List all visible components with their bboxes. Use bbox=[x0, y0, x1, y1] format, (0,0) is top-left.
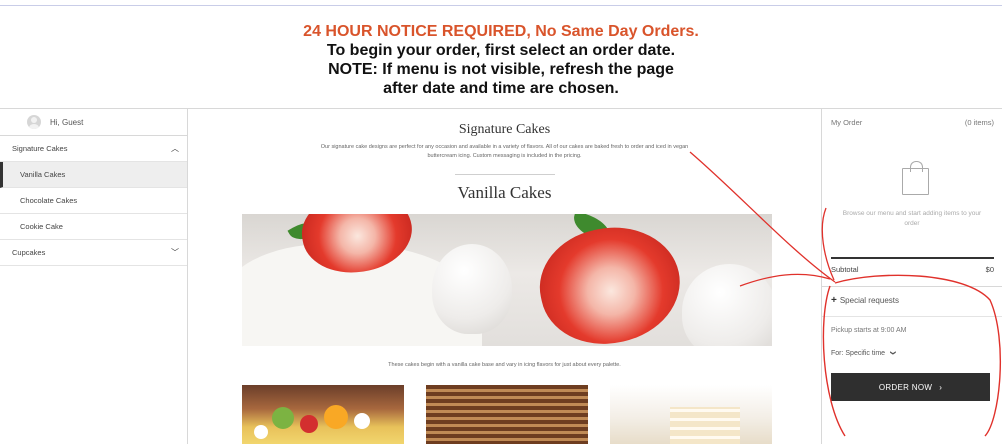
chevron-right-icon: › bbox=[939, 382, 943, 392]
product-thumbnail-vanilla-slice-cake[interactable] bbox=[610, 385, 772, 444]
sidebar-item-label: Cupcakes bbox=[12, 248, 46, 257]
sidebar-item-cookie-cake[interactable]: Cookie Cake bbox=[0, 214, 187, 240]
category-description: Our signature cake designs are perfect f… bbox=[320, 144, 689, 159]
sidebar-item-label: Signature Cakes bbox=[12, 144, 68, 153]
product-thumbnail-tiramisu-cake[interactable] bbox=[426, 385, 588, 444]
pickup-info: Pickup starts at 9:00 AM bbox=[831, 327, 907, 334]
notice-line: To begin your order, first select an ord… bbox=[326, 42, 676, 59]
product-thumbnail-fruit-cake[interactable] bbox=[242, 385, 404, 444]
section-description: These cakes begin with a vanilla cake ba… bbox=[388, 362, 621, 368]
sidebar-item-vanilla-cakes[interactable]: Vanilla Cakes bbox=[0, 162, 187, 188]
chevron-down-icon: ﹀ bbox=[171, 248, 179, 257]
category-sidebar: Hi, Guest Signature Cakes ︿ Vanilla Cake… bbox=[0, 109, 188, 444]
sidebar-item-chocolate-cakes[interactable]: Chocolate Cakes bbox=[0, 188, 187, 214]
pickup-time-label: For: Specific time bbox=[831, 350, 886, 357]
sidebar-item-label: Cookie Cake bbox=[20, 222, 63, 231]
notice-line: NOTE: If menu is not visible, refresh th… bbox=[328, 61, 674, 78]
peach bbox=[324, 405, 348, 429]
special-requests-label: Special requests bbox=[839, 296, 899, 305]
section-divider bbox=[455, 174, 555, 175]
ordering-widget: Hi, Guest Signature Cakes ︿ Vanilla Cake… bbox=[0, 108, 1002, 444]
notice-headline: 24 HOUR NOTICE REQUIRED, No Same Day Ord… bbox=[303, 23, 699, 40]
chevron-down-icon: ❯ bbox=[889, 350, 896, 356]
divider bbox=[822, 316, 1002, 317]
cream-dollop bbox=[254, 425, 268, 439]
sidebar-item-cupcakes[interactable]: Cupcakes ﹀ bbox=[0, 240, 187, 266]
shopping-bag-icon bbox=[902, 161, 929, 195]
cream-dollop bbox=[354, 413, 370, 429]
meringue bbox=[432, 244, 512, 334]
sidebar-item-label: Chocolate Cakes bbox=[20, 196, 78, 205]
order-title: My Order bbox=[831, 118, 863, 127]
meringue bbox=[682, 264, 772, 346]
divider bbox=[822, 286, 1002, 287]
top-rule bbox=[0, 5, 1002, 6]
kiwi bbox=[272, 407, 294, 429]
order-now-button[interactable]: ORDER NOW › bbox=[831, 373, 990, 401]
order-item-count: (0 items) bbox=[964, 118, 994, 127]
guest-greeting: Hi, Guest bbox=[50, 117, 84, 127]
order-header: My Order (0 items) bbox=[822, 109, 1002, 136]
subtotal-rule bbox=[831, 257, 994, 259]
subtotal-value: $0 bbox=[985, 265, 994, 274]
strawberry-half bbox=[529, 214, 691, 346]
menu-content: Signature Cakes Our signature cake desig… bbox=[188, 109, 821, 444]
guest-account[interactable]: Hi, Guest bbox=[0, 109, 187, 136]
user-avatar-icon bbox=[27, 115, 41, 129]
special-requests-toggle[interactable]: + Special requests bbox=[831, 295, 899, 306]
pickup-time-select[interactable]: For: Specific time ❯ bbox=[831, 349, 896, 357]
empty-order-message: Browse our menu and start adding items t… bbox=[842, 210, 982, 227]
section-title: Vanilla Cakes bbox=[457, 183, 552, 202]
chevron-up-icon: ︿ bbox=[171, 144, 179, 153]
plus-icon: + bbox=[831, 295, 837, 306]
order-notice: 24 HOUR NOTICE REQUIRED, No Same Day Ord… bbox=[0, 22, 1002, 98]
category-title: Signature Cakes bbox=[458, 122, 551, 137]
order-now-label: ORDER NOW bbox=[878, 382, 933, 392]
subtotal-row: Subtotal $0 bbox=[831, 265, 994, 274]
sidebar-item-label: Vanilla Cakes bbox=[20, 170, 66, 179]
cake-slice bbox=[670, 407, 740, 444]
vanilla-cake-hero-image bbox=[242, 214, 772, 346]
notice-line: after date and time are chosen. bbox=[383, 80, 619, 97]
order-panel: My Order (0 items) Browse our menu and s… bbox=[821, 109, 1002, 444]
sidebar-item-signature-cakes[interactable]: Signature Cakes ︿ bbox=[0, 136, 187, 162]
subtotal-label: Subtotal bbox=[831, 265, 859, 274]
strawberry bbox=[300, 415, 318, 433]
